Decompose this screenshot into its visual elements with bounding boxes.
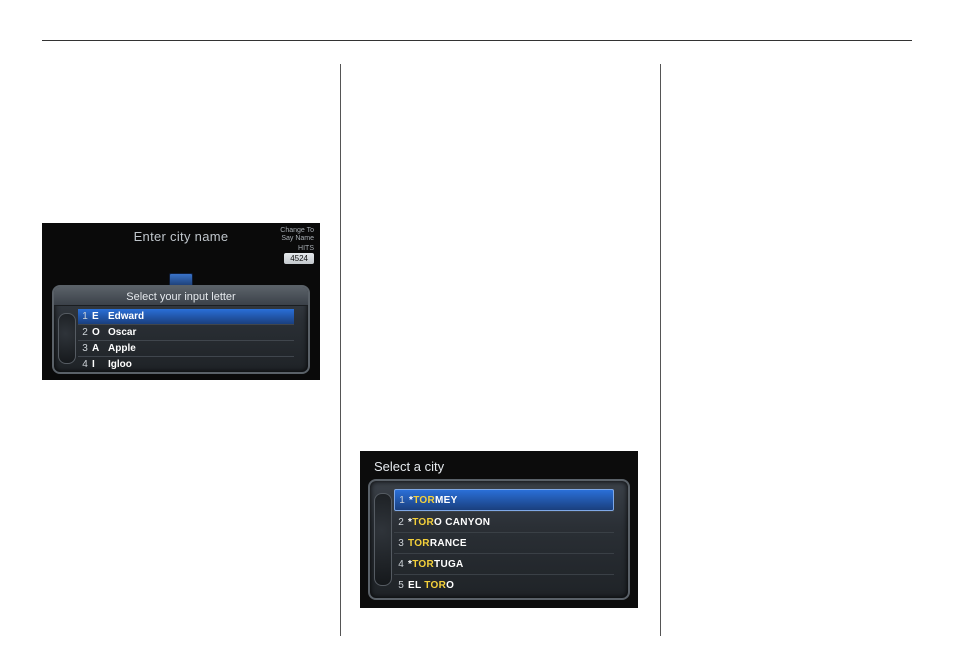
- list-item-word: Igloo: [108, 359, 132, 370]
- scroll-dial-left[interactable]: [58, 313, 76, 364]
- list-item[interactable]: 2 *TORO CANYON: [394, 511, 614, 532]
- list-item[interactable]: 4 *TORTUGA: [394, 553, 614, 574]
- input-letter-list: 1 E Edward 2 O Oscar 3 A Apple 4 I Igloo: [78, 309, 294, 368]
- list-item-letter: A: [92, 343, 108, 354]
- city-name: *TORMEY: [409, 495, 458, 506]
- list-item-letter: I: [92, 359, 108, 370]
- list-item-letter: O: [92, 327, 108, 338]
- city-list-panel: 1 *TORMEY 2 *TORO CANYON 3 TORRANCE 4: [368, 479, 630, 600]
- city-list: 1 *TORMEY 2 *TORO CANYON 3 TORRANCE 4: [394, 489, 614, 590]
- list-item-number: 2: [394, 517, 408, 528]
- list-item[interactable]: 4 I Igloo: [78, 356, 294, 372]
- say-name-label: Say Name: [281, 235, 314, 242]
- input-letter-panel-title: Select your input letter: [54, 287, 308, 306]
- list-item-number: 2: [78, 327, 92, 338]
- list-item[interactable]: 5 EL TORO: [394, 574, 614, 595]
- column-divider-2: [660, 64, 661, 636]
- list-item-word: Oscar: [108, 327, 136, 338]
- list-item-number: 4: [394, 559, 408, 570]
- divider-top: [42, 40, 912, 41]
- list-item-number: 3: [394, 538, 408, 549]
- change-to-label: Change To: [280, 227, 314, 234]
- list-item[interactable]: 1 *TORMEY: [394, 489, 614, 511]
- enter-city-name-screen: Enter city name Change To Say Name HITS …: [42, 223, 320, 380]
- city-name: *TORO CANYON: [408, 517, 490, 528]
- screen2-title: Select a city: [360, 451, 638, 480]
- list-item-number: 4: [78, 359, 92, 370]
- list-item-number: 3: [78, 343, 92, 354]
- screen1-title: Enter city name: [42, 229, 320, 244]
- list-item-letter: E: [92, 311, 108, 322]
- city-name: EL TORO: [408, 580, 454, 591]
- hits-label: HITS: [298, 245, 314, 252]
- list-item[interactable]: 3 A Apple: [78, 340, 294, 356]
- hits-value: 4524: [284, 253, 314, 264]
- list-item-word: Apple: [108, 343, 136, 354]
- list-item-number: 1: [78, 311, 92, 322]
- input-letter-panel: Select your input letter 1 E Edward 2 O …: [52, 285, 310, 374]
- list-item[interactable]: 1 E Edward: [78, 309, 294, 324]
- list-item-word: Edward: [108, 311, 144, 322]
- list-item[interactable]: 2 O Oscar: [78, 324, 294, 340]
- list-item-number: 1: [395, 495, 409, 506]
- column-divider-1: [340, 64, 341, 636]
- city-name: TORRANCE: [408, 538, 467, 549]
- change-to-say-name-button[interactable]: Change To Say Name: [280, 227, 314, 243]
- list-item-number: 5: [394, 580, 408, 591]
- city-name: *TORTUGA: [408, 559, 464, 570]
- scroll-dial-left[interactable]: [374, 493, 392, 586]
- hits-indicator: HITS 4524: [284, 245, 314, 264]
- list-item[interactable]: 3 TORRANCE: [394, 532, 614, 553]
- select-a-city-screen: Select a city 1 *TORMEY 2 *TORO CANYON 3…: [360, 451, 638, 608]
